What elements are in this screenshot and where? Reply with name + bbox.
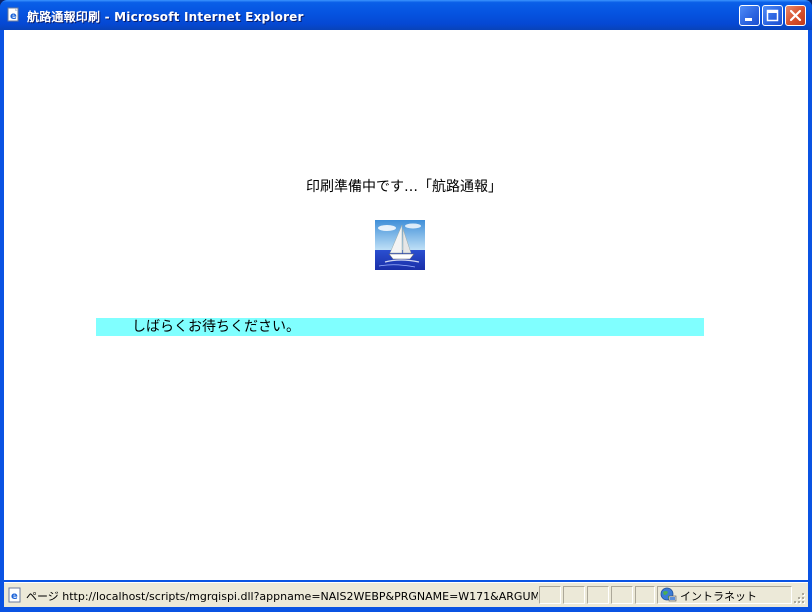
resize-grip-icon[interactable] [794, 593, 806, 605]
window-title: 航路通報印刷 - Microsoft Internet Explorer [27, 10, 304, 24]
status-pane [563, 586, 585, 604]
wait-message-bar: しばらくお待ちください。 [96, 318, 704, 336]
svg-text:e: e [10, 11, 17, 22]
page-content: 印刷準備中です…「航路通報」 しばらくお待ちください。 [4, 30, 808, 580]
ie-page-icon: e [8, 587, 21, 603]
status-pane [611, 586, 633, 604]
intranet-globe-icon [660, 587, 677, 602]
browser-window: e 航路通報印刷 - Microsoft Internet Explorer 印… [0, 0, 812, 612]
preparing-message: 印刷準備中です…「航路通報」 [306, 179, 502, 195]
ie-page-icon: e [7, 7, 19, 22]
status-pane [539, 586, 561, 604]
minimize-icon [745, 18, 752, 21]
wait-message: しばらくお待ちください。 [132, 319, 300, 335]
title-bar[interactable]: e 航路通報印刷 - Microsoft Internet Explorer [0, 0, 812, 30]
status-pane [587, 586, 609, 604]
maximize-button[interactable] [762, 5, 783, 26]
svg-text:e: e [11, 591, 18, 602]
status-pane [635, 586, 655, 604]
sailboat-image [375, 220, 425, 270]
maximize-icon [766, 9, 779, 22]
status-url-text: ページ http://localhost/scripts/mgrqispi.dl… [26, 590, 538, 603]
status-bar: e ページ http://localhost/scripts/mgrqispi.… [4, 582, 808, 607]
close-button[interactable] [785, 5, 806, 26]
minimize-button[interactable] [739, 5, 760, 26]
security-zone-label: イントラネット [680, 590, 757, 603]
close-icon [789, 9, 802, 22]
